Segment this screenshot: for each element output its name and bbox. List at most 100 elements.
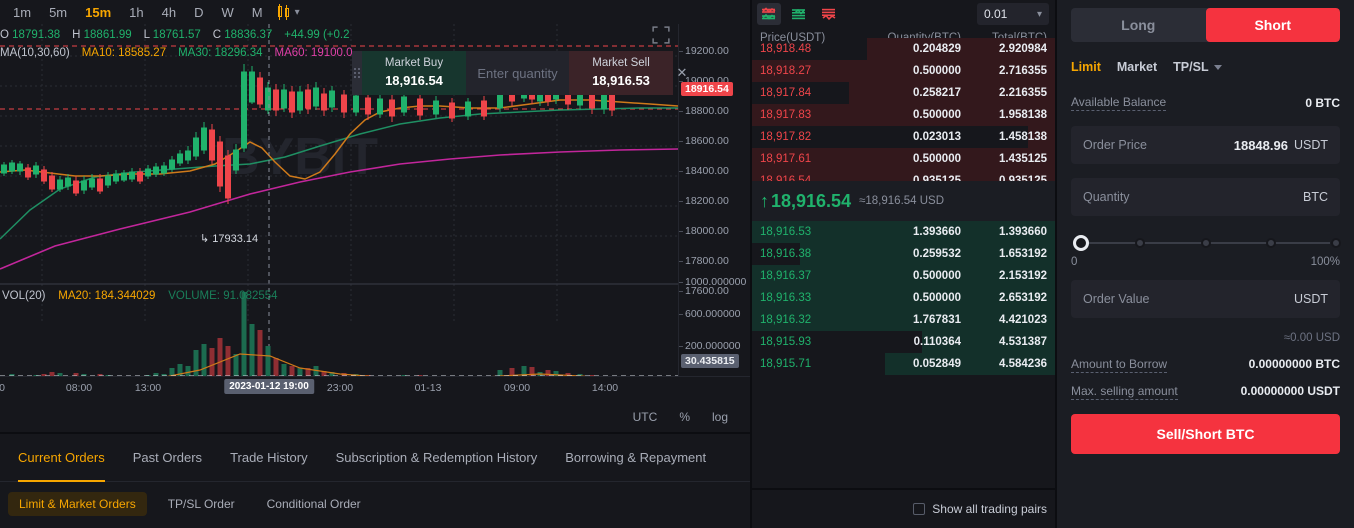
tab-subscription-redemption-history[interactable]: Subscription & Redemption History (336, 434, 538, 482)
timeframe-1m[interactable]: 1m (4, 4, 40, 21)
timeframe-1h[interactable]: 1h (120, 4, 152, 21)
timeframe-15m[interactable]: 15m (76, 4, 120, 21)
table-row[interactable]: 18,916.38 0.259532 1.653192 (752, 243, 1055, 265)
quantity-slider[interactable] (1071, 230, 1341, 251)
bid-quantity: 0.500000 (913, 292, 961, 304)
time-tick-0: 0 (0, 382, 5, 394)
ask-quantity: 0.500000 (913, 109, 961, 121)
drag-handle[interactable] (352, 51, 362, 95)
ohlc-row: O 18791.38 H 18861.99 L 18761.57 C 18836… (0, 27, 353, 44)
long-button[interactable]: Long (1071, 8, 1206, 42)
chevron-down-icon: ▾ (1036, 8, 1042, 20)
order-book-depth-select[interactable]: 0.01 ▾ (977, 3, 1049, 25)
subtab-conditional-order[interactable]: Conditional Order (256, 492, 372, 516)
orderbook-asks-icon[interactable] (817, 3, 841, 25)
chart-quantity-placeholder: Enter quantity (477, 65, 558, 81)
timeframe-m[interactable]: M (243, 4, 272, 21)
show-all-trading-pairs-toggle[interactable]: Show all trading pairs (913, 502, 1047, 516)
orderbook-bids-icon[interactable] (787, 3, 811, 25)
slider-track-area[interactable] (1073, 235, 1341, 251)
timeframe-w[interactable]: W (212, 4, 242, 21)
fullscreen-icon[interactable] (652, 26, 670, 44)
order-price-unit: USDT (1293, 138, 1328, 152)
tab-current-orders[interactable]: Current Orders (18, 434, 105, 482)
chart-column: 1m 5m 15m 1h 4h D W M ▾ BYBIT O 18791.38… (0, 0, 750, 528)
available-balance-label[interactable]: Available Balance (1071, 95, 1167, 111)
tab-past-orders[interactable]: Past Orders (133, 434, 202, 482)
slider-step-100[interactable] (1331, 238, 1341, 248)
quantity-field[interactable]: Quantity BTC (1071, 178, 1340, 216)
ask-total: 2.920984 (999, 43, 1047, 55)
order-value-field[interactable]: Order Value USDT (1071, 280, 1340, 318)
tab-trade-history[interactable]: Trade History (230, 434, 308, 482)
slider-step-50[interactable] (1200, 238, 1211, 248)
bid-total: 4.421023 (999, 314, 1047, 326)
slider-knob[interactable] (1073, 235, 1089, 251)
ma60-value: MA60: 19100.0 (274, 47, 353, 59)
order-value-value-wrap: USDT (1288, 292, 1328, 306)
candlestick-icon (277, 4, 290, 20)
timeframe-d[interactable]: D (185, 4, 212, 21)
ask-price: 18,918.48 (760, 43, 812, 55)
order-type-tabs: Limit Market TP/SL (1071, 56, 1340, 78)
market-sell-price: 18,916.53 (592, 72, 650, 88)
timeframe-4h[interactable]: 4h (153, 4, 185, 21)
chart-quantity-input[interactable]: Enter quantity (466, 51, 569, 95)
order-book-toolbar: 0.01 ▾ (752, 0, 1055, 28)
table-row[interactable]: 18,915.71 0.052849 4.584236 (752, 353, 1055, 375)
timeframe-5m[interactable]: 5m (40, 4, 76, 21)
table-row[interactable]: 18,917.61 0.500000 1.435125 (752, 148, 1055, 170)
table-row[interactable]: 18,917.84 0.258217 2.216355 (752, 82, 1055, 104)
timezone-button[interactable]: UTC (633, 410, 658, 424)
quantity-label: Quantity (1083, 190, 1130, 204)
available-balance-value: 0 BTC (1305, 96, 1340, 110)
ask-price: 18,917.83 (760, 109, 812, 121)
table-row[interactable]: 18,915.93 0.110364 4.531387 (752, 331, 1055, 353)
subtab-limit-market-orders[interactable]: Limit & Market Orders (8, 492, 147, 516)
chart-legend: O 18791.38 H 18861.99 L 18761.57 C 18836… (0, 27, 353, 62)
ask-quantity: 0.500000 (913, 153, 961, 165)
order-type-market[interactable]: Market (1117, 60, 1157, 74)
market-sell-button[interactable]: Market Sell 18,916.53 (569, 51, 673, 95)
tab-borrowing-repayment[interactable]: Borrowing & Repayment (565, 434, 706, 482)
market-buy-button[interactable]: Market Buy 18,916.54 (362, 51, 466, 95)
table-row[interactable]: 18,916.33 0.500000 2.653192 (752, 287, 1055, 309)
ma30-value: MA30: 18296.34 (178, 47, 263, 59)
ask-price: 18,917.61 (760, 153, 812, 165)
price-tick-5: 18200.00 (679, 195, 729, 207)
subtab-tpsl-order[interactable]: TP/SL Order (157, 492, 246, 516)
time-axis[interactable]: 0 08:00 13:00 2023-01-12 19:00 23:00 01-… (0, 376, 750, 402)
max-selling-amount-value: 0.00000000 USDT (1240, 384, 1340, 398)
table-row[interactable]: 18,918.48 0.204829 2.920984 (752, 38, 1055, 60)
table-row[interactable]: 18,916.32 1.767831 4.421023 (752, 309, 1055, 331)
bid-price: 18,916.32 (760, 314, 812, 326)
percent-scale-button[interactable]: % (679, 410, 690, 424)
order-price-field[interactable]: Order Price 18848.96 USDT (1071, 126, 1340, 164)
close-trade-widget-button[interactable]: ✕ (673, 51, 691, 95)
bid-price: 18,916.53 (760, 226, 812, 238)
last-price-value: ↑ 18,916.54 (760, 191, 851, 212)
log-scale-button[interactable]: log (712, 410, 728, 424)
table-row[interactable]: 18,917.83 0.500000 1.958138 (752, 104, 1055, 126)
max-selling-amount-label[interactable]: Max. selling amount (1071, 383, 1178, 400)
ohlc-low-value: 18761.57 (152, 29, 201, 41)
short-button[interactable]: Short (1205, 8, 1340, 42)
table-row[interactable]: 18,916.53 1.393660 1.393660 (752, 221, 1055, 243)
table-row[interactable]: 18,916.37 0.500000 2.153192 (752, 265, 1055, 287)
orderbook-both-icon[interactable] (757, 3, 781, 25)
sell-short-button[interactable]: Sell/Short BTC (1071, 414, 1340, 454)
order-type-tpsl[interactable]: TP/SL (1173, 60, 1222, 74)
slider-step-75[interactable] (1265, 238, 1276, 248)
chart-canvas-area[interactable]: BYBIT O 18791.38 H 18861.99 L 18761.57 C… (0, 24, 750, 376)
slider-step-25[interactable] (1135, 238, 1146, 248)
table-row[interactable]: 18,918.27 0.500000 2.716355 (752, 60, 1055, 82)
amount-to-borrow-label[interactable]: Amount to Borrow (1071, 356, 1168, 373)
table-row[interactable]: 18,917.82 0.023013 1.458138 (752, 126, 1055, 148)
order-book-depth-value: 0.01 (984, 7, 1008, 21)
table-row[interactable]: 18,916.54 0.935125 0.935125 (752, 170, 1055, 181)
checkbox-icon[interactable] (913, 503, 926, 515)
bid-quantity: 0.052849 (913, 358, 961, 370)
ohlc-high-label: H (72, 29, 81, 41)
order-type-limit[interactable]: Limit (1071, 60, 1101, 74)
chart-type-selector[interactable]: ▾ (277, 4, 300, 20)
